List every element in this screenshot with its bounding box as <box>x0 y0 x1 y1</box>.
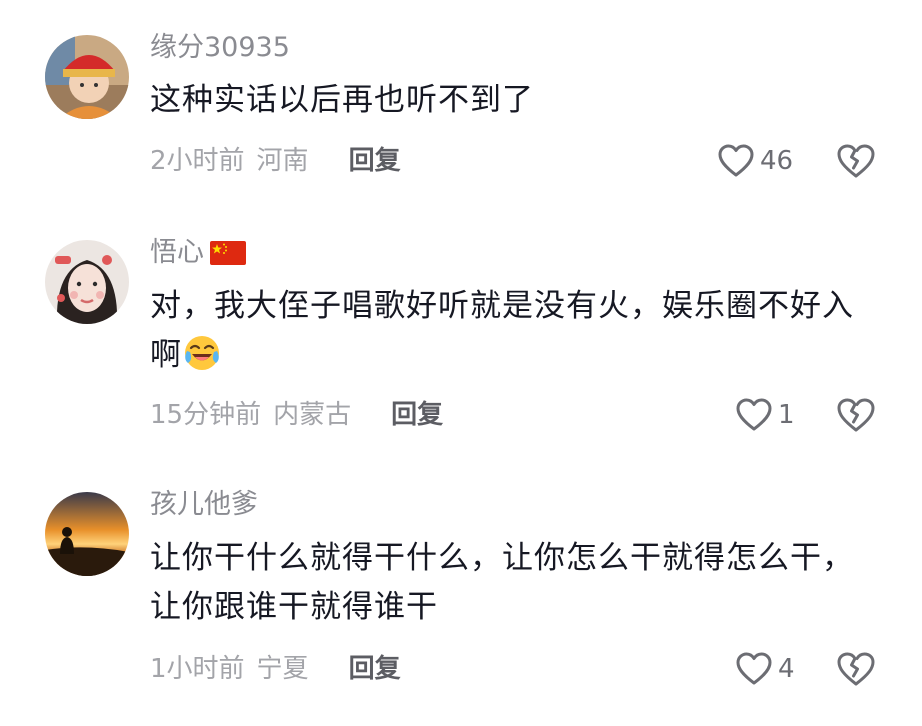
comment-meta: 1小时前 宁夏 回复 <box>150 652 401 686</box>
heart-icon <box>736 652 772 685</box>
comment-item: 孩儿他爹 让你干什么就得干什么，让你怎么干就得怎么干，让你跟谁干就得谁干 1小时… <box>0 460 922 726</box>
comment-time: 1小时前 <box>150 654 245 684</box>
comment-time: 2小时前 <box>150 146 245 176</box>
username[interactable]: 悟心 <box>150 236 246 270</box>
dislike-button[interactable] <box>836 143 876 179</box>
dislike-button[interactable] <box>836 397 876 433</box>
comment-text-body: 对，我大侄子唱歌好听就是没有火，娱乐圈不好入啊 <box>150 288 854 373</box>
comment-text: 这种实话以后再也听不到了 <box>150 82 534 118</box>
username-text[interactable]: 悟心 <box>150 236 204 270</box>
reply-button[interactable]: 回复 <box>349 144 401 178</box>
comment-time: 15分钟前 <box>150 400 262 430</box>
comment-text: 对，我大侄子唱歌好听就是没有火，娱乐圈不好入啊 <box>150 282 870 380</box>
like-count: 4 <box>778 654 795 684</box>
comment-meta: 15分钟前 内蒙古 回复 <box>150 398 443 432</box>
comment-location: 内蒙古 <box>273 400 352 430</box>
comment-text: 让你干什么就得干什么，让你怎么干就得怎么干，让你跟谁干就得谁干 <box>150 540 854 625</box>
china-flag-icon <box>210 241 246 265</box>
broken-heart-icon <box>837 144 875 178</box>
reply-button[interactable]: 回复 <box>391 398 443 432</box>
broken-heart-icon <box>837 652 875 686</box>
avatar[interactable] <box>45 492 129 576</box>
like-button[interactable]: 46 <box>718 144 793 178</box>
like-count: 46 <box>760 146 794 176</box>
heart-icon <box>718 144 754 177</box>
crying-laughing-emoji <box>185 336 219 370</box>
avatar[interactable] <box>45 35 129 119</box>
comment-location: 宁夏 <box>256 654 309 684</box>
reply-button[interactable]: 回复 <box>349 652 401 686</box>
comment-meta: 2小时前 河南 回复 <box>150 144 401 178</box>
comment-item: 缘分30935 这种实话以后再也听不到了 2小时前 河南 回复 46 <box>0 0 922 210</box>
like-button[interactable]: 4 <box>736 652 795 686</box>
heart-icon <box>736 398 772 431</box>
like-count: 1 <box>778 400 795 430</box>
username-text[interactable]: 孩儿他爹 <box>150 488 258 522</box>
comment-item: 悟心 对，我大侄子唱歌好听就是没有火，娱乐圈不好入啊 15分钟前 内蒙古 回复 <box>0 210 922 460</box>
dislike-button[interactable] <box>836 651 876 687</box>
like-button[interactable]: 1 <box>736 398 795 432</box>
broken-heart-icon <box>837 398 875 432</box>
username[interactable]: 孩儿他爹 <box>150 488 258 522</box>
username[interactable]: 缘分30935 <box>150 31 290 65</box>
comment-location: 河南 <box>256 146 309 176</box>
avatar[interactable] <box>45 240 129 324</box>
username-text[interactable]: 缘分30935 <box>150 31 290 65</box>
